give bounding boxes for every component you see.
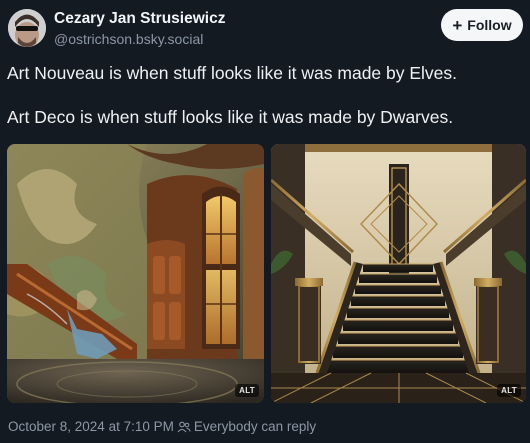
alt-text-badge[interactable]: ALT [235,384,259,397]
follow-button[interactable]: + Follow [441,9,523,41]
post-timestamp[interactable]: October 8, 2024 at 7:10 PM [8,419,174,434]
post-paragraph: Art Deco is when stuff looks like it was… [7,107,454,127]
alt-text-badge[interactable]: ALT [497,384,521,397]
post-image-art-nouveau[interactable]: ALT [7,144,264,403]
avatar[interactable] [8,9,46,47]
post-paragraph: Art Nouveau is when stuff looks like it … [7,63,458,83]
follow-button-label: Follow [467,17,512,33]
reply-setting: Everybody can reply [193,419,317,434]
people-icon [177,421,191,433]
author-handle[interactable]: @ostrichson.bsky.social [54,31,203,47]
art-nouveau-interior-illustration [7,144,264,403]
post-image-art-deco[interactable]: ALT [271,144,526,403]
post-card: Cezary Jan Strusiewicz @ostrichson.bsky.… [0,0,530,443]
art-deco-staircase-illustration [271,144,526,403]
avatar-with-sunglasses-icon [8,9,46,47]
post-meta: October 8, 2024 at 7:10 PM Everybody can… [8,419,316,434]
plus-icon: + [452,15,463,35]
author-display-name[interactable]: Cezary Jan Strusiewicz [54,10,225,28]
post-text: Art Nouveau is when stuff looks like it … [7,62,522,129]
